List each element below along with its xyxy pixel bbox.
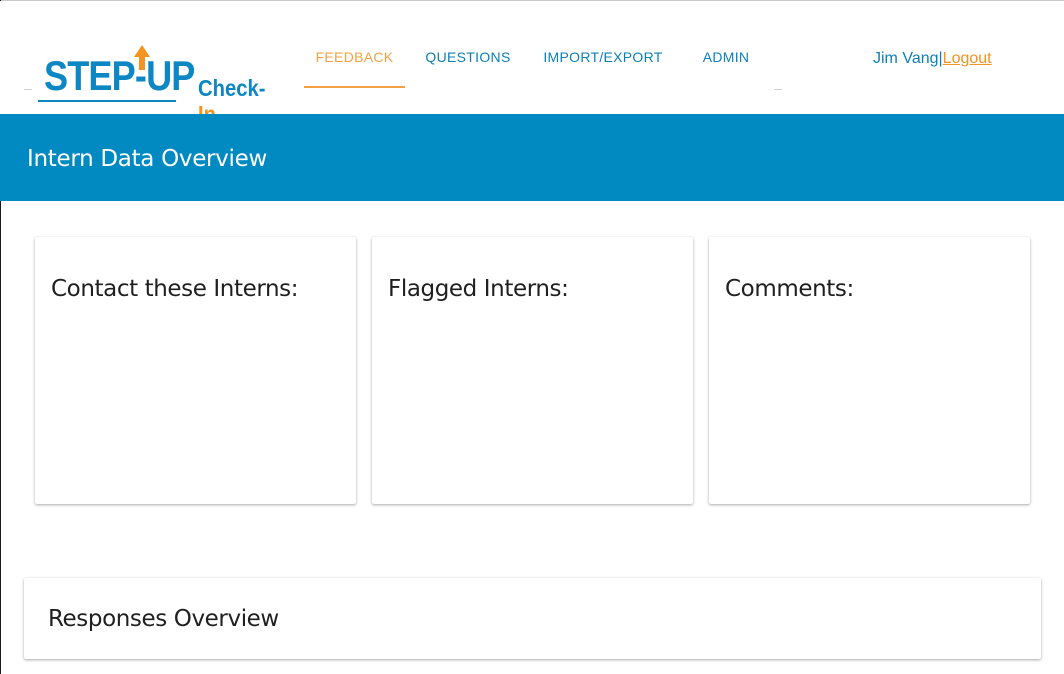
- logo-underline: [38, 100, 176, 102]
- user-area: Jim Vang|Logout: [873, 49, 992, 69]
- flagged-interns-card: Flagged Interns:: [372, 237, 693, 504]
- divider: [774, 89, 782, 90]
- page-banner: Intern Data Overview: [0, 114, 1064, 201]
- nav-questions[interactable]: QUESTIONS: [418, 48, 518, 88]
- logout-link[interactable]: Logout: [943, 50, 992, 67]
- card-title: Contact these Interns:: [51, 276, 299, 302]
- page-title: Intern Data Overview: [27, 146, 267, 172]
- logo-check: Check-: [198, 75, 266, 101]
- nav-import-export[interactable]: IMPORT/EXPORT: [538, 48, 668, 88]
- nav-admin[interactable]: ADMIN: [691, 48, 761, 88]
- divider: [24, 89, 32, 90]
- user-name: Jim Vang: [873, 50, 939, 67]
- responses-overview-panel: Responses Overview: [24, 578, 1041, 659]
- card-title: Comments:: [725, 276, 854, 302]
- card-title: Flagged Interns:: [388, 276, 569, 302]
- responses-title: Responses Overview: [48, 606, 279, 632]
- nav-active-indicator: [304, 86, 405, 88]
- app-header: STEP-UP Check-In FEEDBACK QUESTIONS IMPO…: [0, 1, 1064, 127]
- comments-card: Comments:: [709, 237, 1030, 504]
- logo-step-up-text: STEP-UP: [44, 52, 195, 99]
- nav-feedback[interactable]: FEEDBACK: [304, 48, 405, 88]
- step-up-check-in-logo[interactable]: STEP-UP Check-In: [38, 45, 278, 127]
- contact-interns-card: Contact these Interns:: [35, 237, 356, 504]
